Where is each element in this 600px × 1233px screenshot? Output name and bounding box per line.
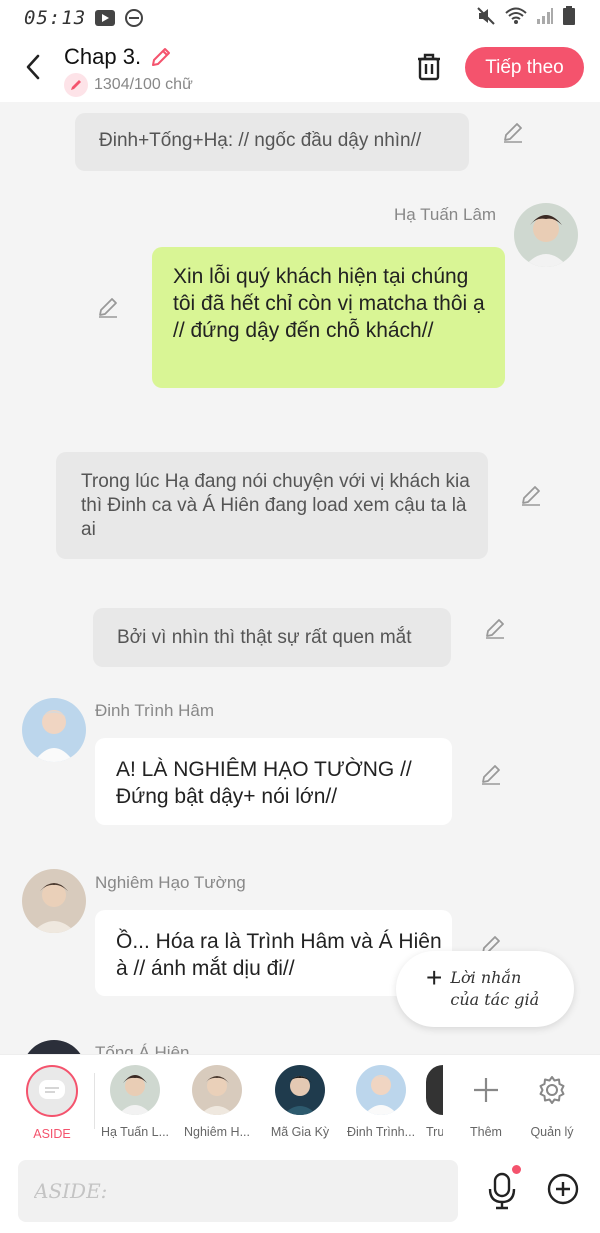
message-text: Đinh+Tống+Hạ: // ngốc đầu dậy nhìn// <box>99 130 422 151</box>
chapter-title-text: Chap 3. <box>64 44 142 69</box>
message-bubble[interactable]: Xin lỗi quý khách hiện tại chúng tôi đã … <box>152 247 505 388</box>
avatar <box>110 1065 160 1115</box>
notification-dot <box>512 1165 521 1174</box>
status-time: 05:13 <box>24 7 87 29</box>
character-item[interactable]: Nghiêm H... <box>174 1065 260 1139</box>
message-text: Ồ... Hóa ra là Trình Hâm và Á Hiên à // … <box>116 930 442 980</box>
edit-message-icon[interactable] <box>95 294 121 320</box>
plus-circle-icon <box>547 1173 579 1205</box>
avatar <box>275 1065 325 1115</box>
avatar[interactable] <box>22 698 86 762</box>
author-note-line2: của tác giả <box>450 990 540 1009</box>
character-item[interactable]: Đinh Trình... <box>338 1065 424 1139</box>
avatar[interactable] <box>514 203 578 267</box>
dnd-icon <box>124 8 144 28</box>
avatar[interactable] <box>22 869 86 933</box>
next-button[interactable]: Tiếp theo <box>465 47 584 88</box>
add-media-button[interactable] <box>546 1172 580 1206</box>
character-label: ASIDE <box>33 1127 71 1141</box>
speaker-name: Nghiêm Hạo Tường <box>95 873 246 892</box>
chevron-left-icon <box>26 54 40 80</box>
chat-bubble-icon <box>39 1080 65 1099</box>
gear-icon <box>527 1065 577 1115</box>
edit-message-icon[interactable] <box>478 761 504 787</box>
character-item[interactable]: Mã Gia Kỳ <box>257 1065 343 1139</box>
message-text: Trong lúc Hạ đang nói chuyện với vị khác… <box>81 471 470 540</box>
character-label: Trươ... <box>426 1125 443 1139</box>
speaker-name: Đinh Trình Hâm <box>95 701 215 720</box>
microphone-icon <box>488 1172 516 1210</box>
narration-bubble[interactable]: Bởi vì nhìn thì thật sự rất quen mắt <box>93 608 451 667</box>
avatar <box>356 1065 406 1115</box>
signal-icon <box>536 7 554 30</box>
message-bubble[interactable]: A! LÀ NGHIÊM HẠO TƯỜNG // Đứng bật dậy+ … <box>95 738 452 825</box>
narration-bubble[interactable]: Đinh+Tống+Hạ: // ngốc đầu dậy nhìn// <box>75 113 469 171</box>
chat-editor-screen: 05:13 Chap 3. 1304/100 chữ Tiếp theo Đin… <box>0 0 600 1233</box>
avatar <box>192 1065 242 1115</box>
message-text: A! LÀ NGHIÊM HẠO TƯỜNG // Đứng bật dậy+ … <box>116 758 412 808</box>
character-item[interactable]: Hạ Tuấn L... <box>92 1065 178 1139</box>
back-button[interactable] <box>18 52 48 82</box>
media-icon <box>94 8 116 28</box>
character-label: Mã Gia Kỳ <box>270 1125 330 1139</box>
plus-icon: + <box>426 962 443 993</box>
edit-message-icon[interactable] <box>500 119 526 145</box>
edit-message-icon[interactable] <box>518 482 544 508</box>
narration-bubble[interactable]: Trong lúc Hạ đang nói chuyện với vị khác… <box>56 452 488 559</box>
character-label: Hạ Tuấn L... <box>100 1125 170 1139</box>
manage-characters-button[interactable]: Quản lý <box>509 1065 595 1139</box>
character-aside[interactable]: ASIDE <box>9 1065 95 1141</box>
plus-icon <box>461 1065 511 1115</box>
avatar <box>426 1065 443 1115</box>
aside-avatar <box>26 1065 78 1117</box>
edit-title-icon[interactable] <box>149 45 173 69</box>
mute-icon <box>476 6 496 31</box>
pencil-icon <box>64 73 88 97</box>
message-input[interactable] <box>18 1160 458 1222</box>
status-bar: 05:13 <box>0 0 600 36</box>
character-bar: ASIDE Hạ Tuấn L... Nghiêm H... Mã Gia Kỳ <box>0 1054 600 1148</box>
message-text: Xin lỗi quý khách hiện tại chúng tôi đã … <box>173 265 485 342</box>
word-count: 1304/100 chữ <box>94 76 193 93</box>
author-note-button[interactable]: + Lời nhắn của tác giả <box>396 951 574 1027</box>
message-text: Bởi vì nhìn thì thật sự rất quen mắt <box>117 627 412 648</box>
character-label: Quản lý <box>530 1125 574 1139</box>
delete-button[interactable] <box>412 50 446 84</box>
microphone-button[interactable] <box>486 1172 518 1210</box>
character-item[interactable]: Trươ... <box>426 1065 443 1139</box>
battery-icon <box>562 5 576 31</box>
input-bar <box>0 1148 600 1233</box>
character-label: Nghiêm H... <box>184 1125 250 1139</box>
character-label: Đinh Trình... <box>346 1125 416 1139</box>
speaker-name: Hạ Tuấn Lâm <box>394 205 497 224</box>
character-label: Thêm <box>470 1125 502 1139</box>
wifi-icon <box>504 6 528 31</box>
trash-icon <box>418 53 440 81</box>
author-note-line1: Lời nhắn <box>450 968 522 987</box>
word-count-row: 1304/100 chữ <box>64 73 193 97</box>
chapter-title[interactable]: Chap 3. <box>64 44 173 70</box>
edit-message-icon[interactable] <box>482 615 508 641</box>
header: Chap 3. 1304/100 chữ Tiếp theo <box>0 36 600 102</box>
